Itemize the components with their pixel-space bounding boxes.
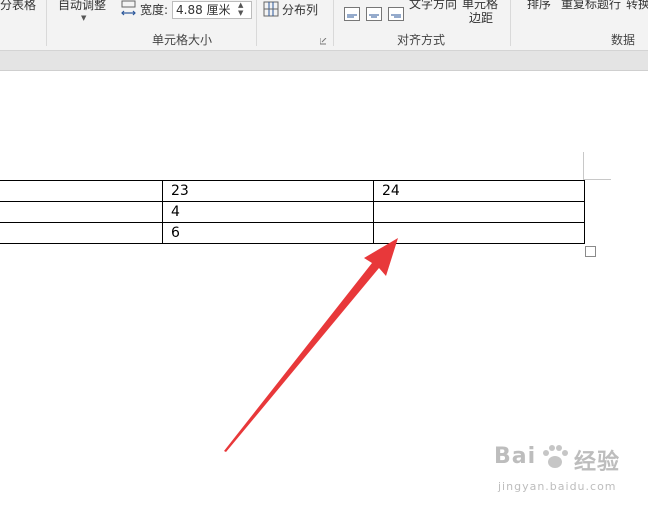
paw-icon (543, 445, 568, 468)
watermark-brand-cn: 经验 (574, 450, 621, 475)
watermark-url: jingyan.baidu.com (498, 480, 617, 493)
baidu-watermark: Bai 经验 jingyan.baidu.com (494, 440, 634, 500)
watermark-brand: Bai (494, 444, 537, 469)
